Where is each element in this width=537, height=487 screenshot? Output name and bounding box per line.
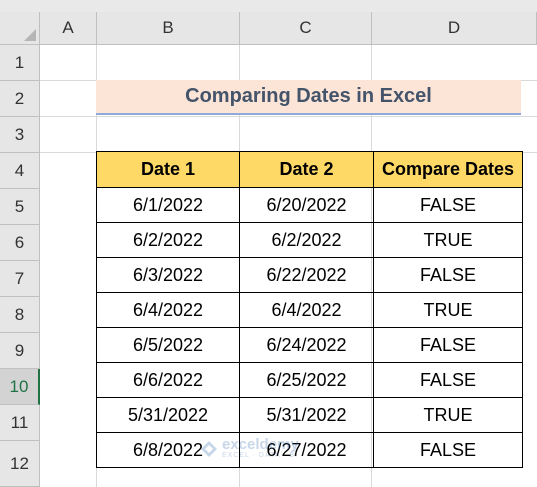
compare-result-cell[interactable]: FALSE — [373, 187, 523, 223]
table-row: 6/1/2022 6/20/2022 FALSE — [96, 187, 523, 223]
date-1-cell[interactable]: 6/8/2022 — [96, 432, 240, 468]
date-2-cell[interactable]: 6/22/2022 — [239, 257, 374, 293]
table-row: 6/2/2022 6/2/2022 TRUE — [96, 222, 523, 258]
date-2-cell[interactable]: 6/4/2022 — [239, 292, 374, 328]
row-header-11[interactable]: 11 — [0, 405, 40, 441]
date-1-cell[interactable]: 5/31/2022 — [96, 397, 240, 433]
date-1-cell[interactable]: 6/6/2022 — [96, 362, 240, 398]
table-row: 6/8/2022 6/27/2022 FALSE — [96, 432, 523, 468]
compare-result-cell[interactable]: TRUE — [373, 222, 523, 258]
row-header-6[interactable]: 6 — [0, 225, 40, 261]
header-compare-dates[interactable]: Compare Dates — [373, 151, 523, 188]
column-header-a[interactable]: A — [40, 12, 97, 45]
date-1-cell[interactable]: 6/2/2022 — [96, 222, 240, 258]
row-header-10[interactable]: 10 — [0, 369, 40, 405]
row-header-12[interactable]: 12 — [0, 441, 40, 487]
date-1-cell[interactable]: 6/4/2022 — [96, 292, 240, 328]
spreadsheet: A B C D 1 2 3 4 5 6 7 8 9 10 11 12 Compa… — [0, 0, 537, 487]
compare-result-cell[interactable]: FALSE — [373, 257, 523, 293]
row-header-9[interactable]: 9 — [0, 333, 40, 369]
date-2-cell[interactable]: 6/2/2022 — [239, 222, 374, 258]
table-row: 5/31/2022 5/31/2022 TRUE — [96, 397, 523, 433]
date-2-cell[interactable]: 5/31/2022 — [239, 397, 374, 433]
row-header-7[interactable]: 7 — [0, 261, 40, 297]
gridline — [40, 116, 537, 117]
date-1-cell[interactable]: 6/5/2022 — [96, 327, 240, 363]
column-header-d[interactable]: D — [372, 12, 537, 45]
compare-result-cell[interactable]: FALSE — [373, 362, 523, 398]
header-date-1[interactable]: Date 1 — [96, 151, 240, 188]
row-header-2[interactable]: 2 — [0, 81, 40, 117]
date-2-cell[interactable]: 6/25/2022 — [239, 362, 374, 398]
header-date-2[interactable]: Date 2 — [239, 151, 374, 188]
date-2-cell[interactable]: 6/27/2022 — [239, 432, 374, 468]
table-row: 6/3/2022 6/22/2022 FALSE — [96, 257, 523, 293]
compare-result-cell[interactable]: FALSE — [373, 327, 523, 363]
table-row: 6/4/2022 6/4/2022 TRUE — [96, 292, 523, 328]
row-header-1[interactable]: 1 — [0, 45, 40, 81]
date-2-cell[interactable]: 6/24/2022 — [239, 327, 374, 363]
compare-result-cell[interactable]: FALSE — [373, 432, 523, 468]
date-1-cell[interactable]: 6/1/2022 — [96, 187, 240, 223]
select-all-button[interactable] — [0, 12, 40, 45]
compare-result-cell[interactable]: TRUE — [373, 397, 523, 433]
table-header-row: Date 1 Date 2 Compare Dates — [96, 151, 523, 188]
row-header-8[interactable]: 8 — [0, 297, 40, 333]
row-header-3[interactable]: 3 — [0, 117, 40, 153]
table-row: 6/6/2022 6/25/2022 FALSE — [96, 362, 523, 398]
select-all-triangle-icon — [24, 29, 36, 41]
column-header-c[interactable]: C — [240, 12, 372, 45]
table-row: 6/5/2022 6/24/2022 FALSE — [96, 327, 523, 363]
row-header-5[interactable]: 5 — [0, 189, 40, 225]
compare-result-cell[interactable]: TRUE — [373, 292, 523, 328]
compare-dates-table: Date 1 Date 2 Compare Dates 6/1/2022 6/2… — [96, 151, 523, 468]
column-header-b[interactable]: B — [97, 12, 240, 45]
date-1-cell[interactable]: 6/3/2022 — [96, 257, 240, 293]
row-header-4[interactable]: 4 — [0, 153, 40, 189]
sheet-title[interactable]: Comparing Dates in Excel — [96, 80, 521, 115]
date-2-cell[interactable]: 6/20/2022 — [239, 187, 374, 223]
